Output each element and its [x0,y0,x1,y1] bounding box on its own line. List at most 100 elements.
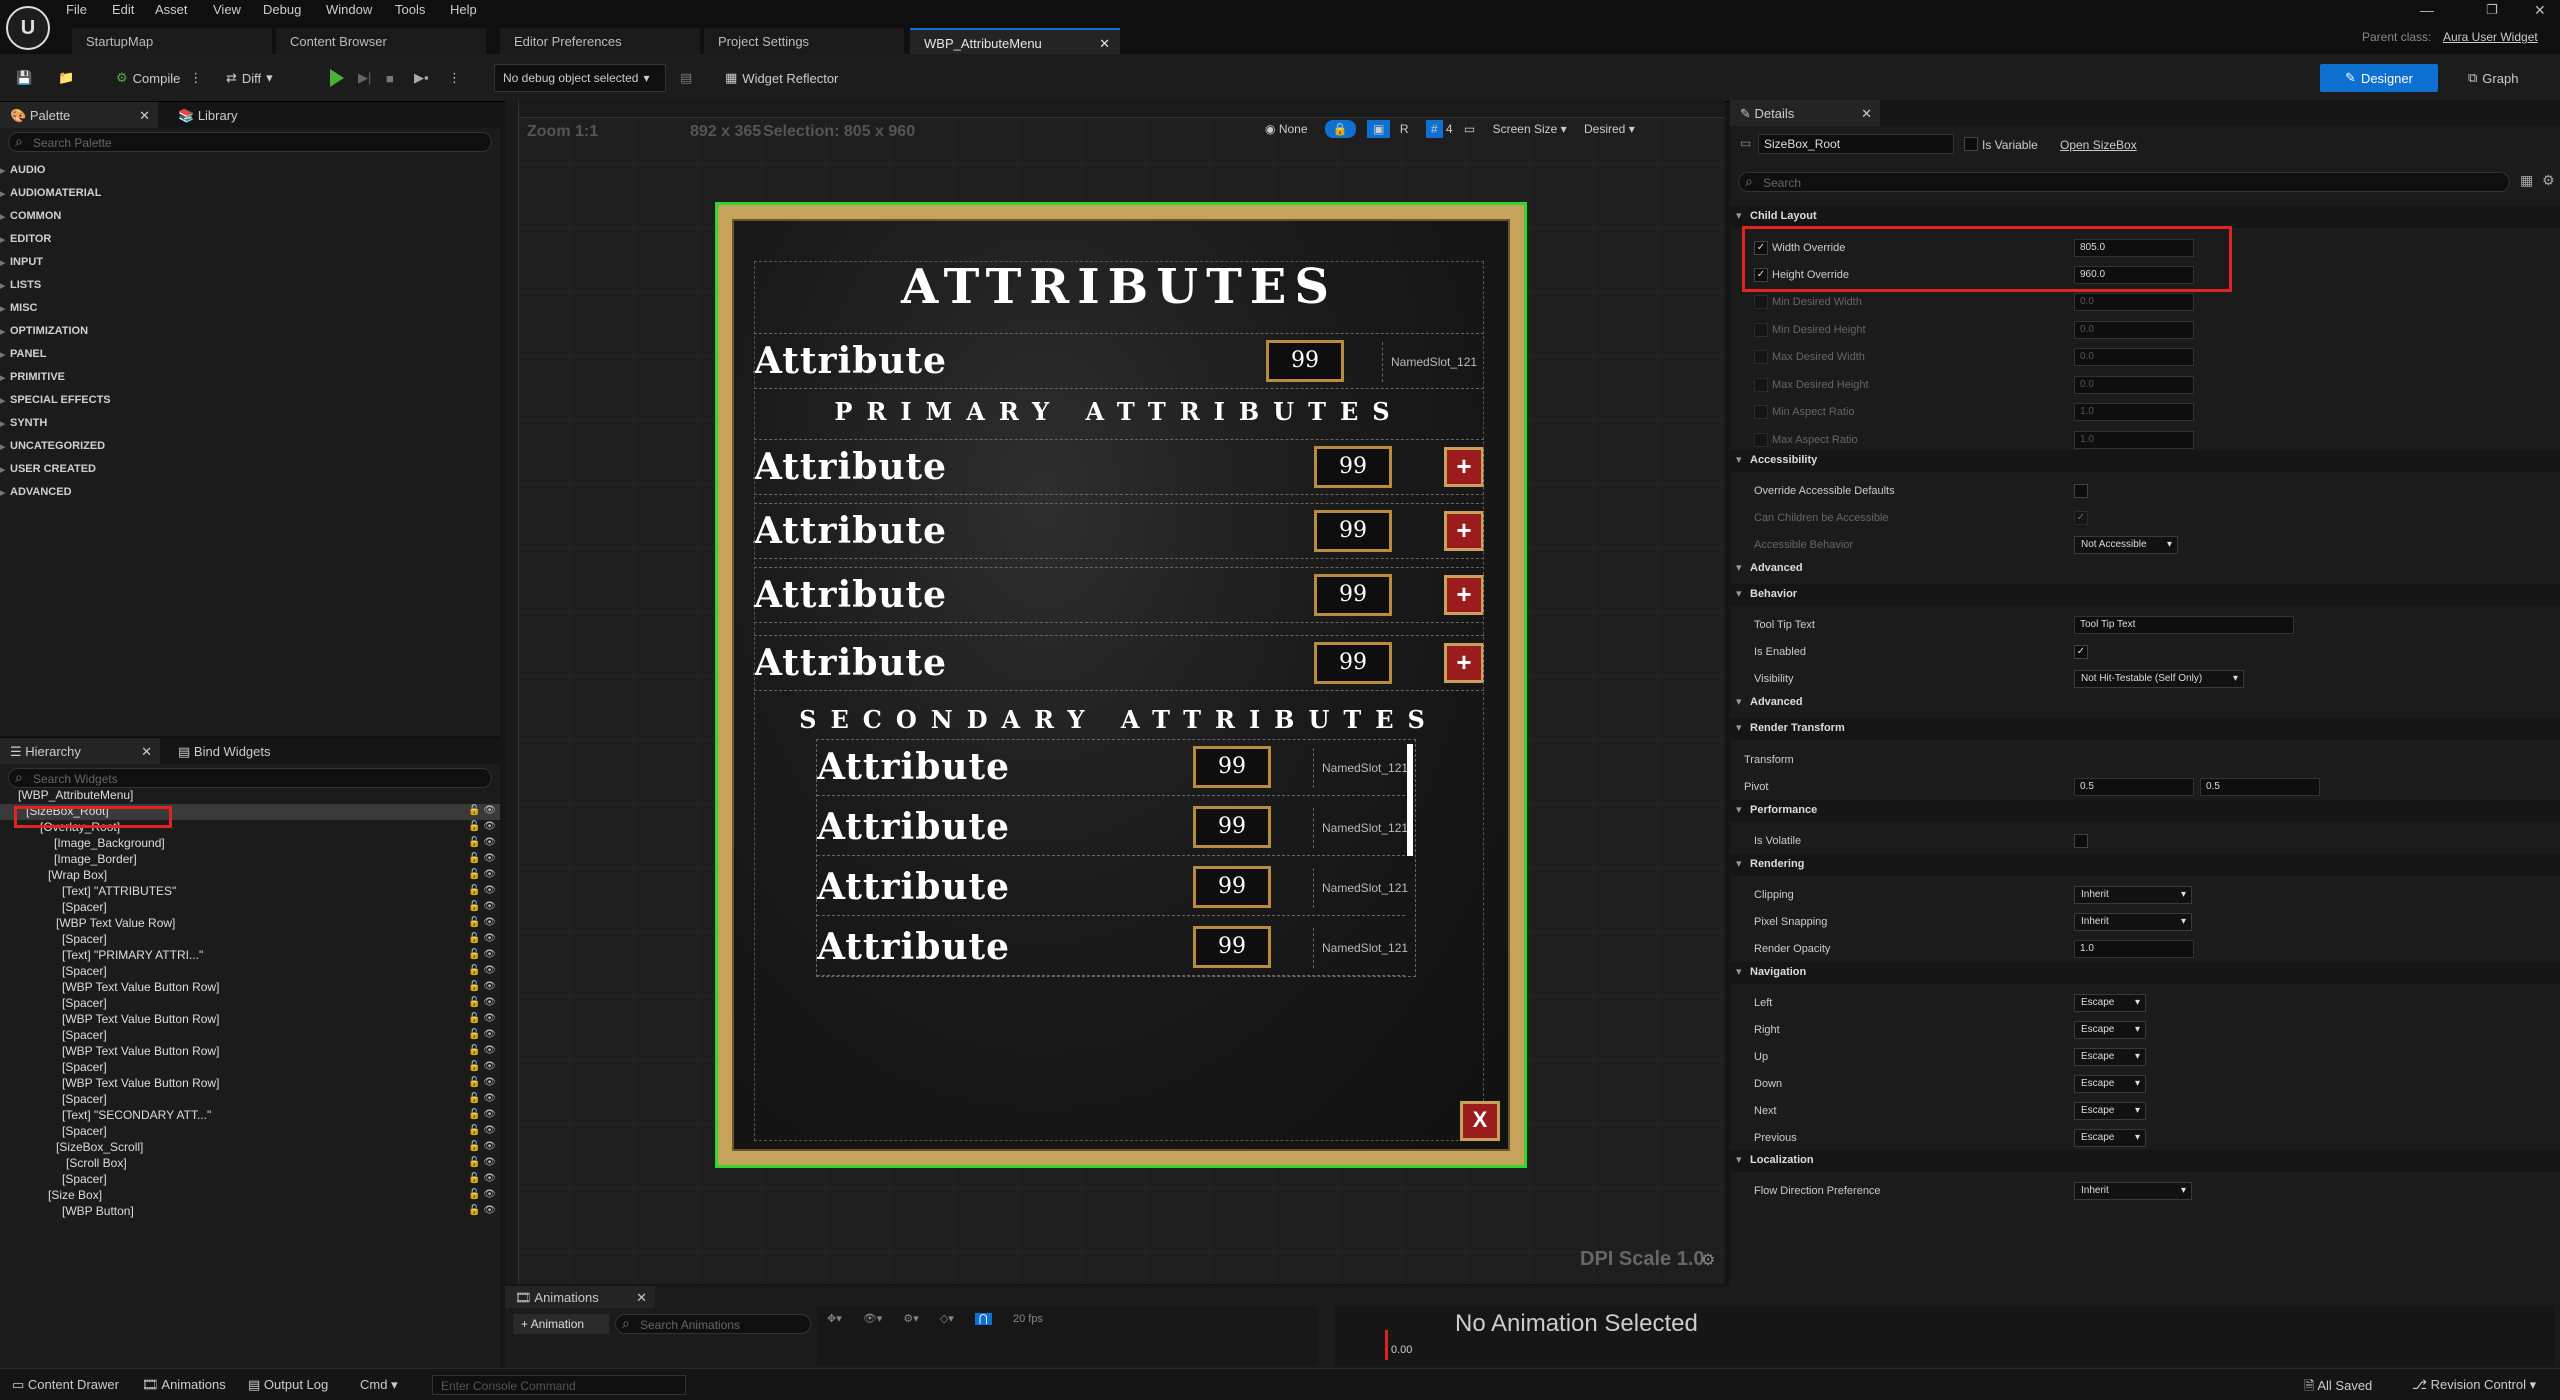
palette-category[interactable]: AUDIOMATERIAL [0,187,101,200]
details-search-input[interactable]: Search [1738,172,2510,192]
visibility-lock-icons[interactable]: 🔓 👁 [468,1125,496,1136]
desired-dropdown[interactable]: Desired ▾ [1584,122,1635,136]
palette-category[interactable]: ADVANCED [0,486,71,499]
section-rendering[interactable]: Rendering [1730,854,2560,876]
hierarchy-row[interactable]: [WBP Text Value Row] 🔓 👁 [0,916,500,932]
palette-category[interactable]: OPTIMIZATION [0,325,88,338]
checkbox[interactable] [2074,484,2088,498]
dropdown-escape[interactable]: Escape ▾ [2074,1048,2146,1066]
dropdown-vis_val[interactable]: Not Hit-Testable (Self Only) ▾ [2074,670,2244,688]
checkbox[interactable] [1754,350,1768,364]
visibility-lock-icons[interactable]: 🔓 👁 [468,901,496,912]
checkbox[interactable] [1754,405,1768,419]
eye-icon[interactable]: 👁▾ [863,1313,883,1325]
visibility-lock-icons[interactable]: 🔓 👁 [468,917,496,928]
launch-icon[interactable]: ▶▪ [414,64,429,92]
playhead[interactable] [1385,1330,1388,1360]
dropdown-inherit[interactable]: Inherit ▾ [2074,886,2192,904]
palette-category[interactable]: LISTS [0,279,41,292]
dropdown-inherit[interactable]: Inherit ▾ [2074,1182,2192,1200]
debug-filter-icon[interactable]: ▤ [680,64,692,92]
grid-snap-icon[interactable]: # [1425,120,1443,138]
screen-size-dropdown[interactable]: Screen Size ▾ [1493,122,1567,136]
hierarchy-row[interactable]: [Spacer] 🔓 👁 [0,1060,500,1076]
hierarchy-row[interactable]: [Spacer] 🔓 👁 [0,1172,500,1188]
gear-icon[interactable]: ⚙ [1701,1250,1715,1270]
key-icon[interactable]: ◇▾ [940,1313,954,1325]
input-tooltip[interactable]: Tool Tip Text [2074,616,2294,634]
palette-category[interactable]: SPECIAL EFFECTS [0,394,111,407]
close-icon[interactable]: ✕ [1099,36,1110,52]
transform-icon[interactable]: ✥▾ [827,1313,842,1325]
section-render_transform[interactable]: Render Transform [1730,718,2560,740]
dropdown-escape[interactable]: Escape ▾ [2074,1102,2146,1120]
section-advanced[interactable]: Advanced [1730,558,2560,580]
lock-icon[interactable]: 🔒 [1324,120,1356,138]
graph-button[interactable]: ⧉ Graph [2468,64,2518,92]
palette-category[interactable]: AUDIO [0,164,45,177]
table-view-icon[interactable]: ▦ [2520,172,2533,189]
checkbox[interactable] [2074,834,2088,848]
hierarchy-row[interactable]: [Spacer] 🔓 👁 [0,932,500,948]
tab-palette[interactable]: 🎨 Palette ✕ [0,102,158,128]
visibility-lock-icons[interactable]: 🔓 👁 [468,1205,496,1216]
fps-dropdown[interactable]: 20 fps [1013,1313,1043,1325]
hierarchy-row[interactable]: [WBP Text Value Button Row] 🔓 👁 [0,1012,500,1028]
hierarchy-row[interactable]: [Size Box] 🔓 👁 [0,1188,500,1204]
more-icon[interactable]: ⋮ [189,70,202,86]
close-icon[interactable]: ✕ [139,108,150,124]
secondary-scroll-box[interactable]: Attribute 99 NamedSlot_121 Attribute 99 Named… [816,739,1416,977]
tab-hierarchy[interactable]: ☰ Hierarchy ✕ [0,738,160,764]
menu-view[interactable]: View [213,2,241,17]
dropdown-escape[interactable]: Escape ▾ [2074,1075,2146,1093]
window-close-icon[interactable]: ✕ [2534,2,2546,19]
tab-details[interactable]: ✎ Details ✕ [1730,100,1880,126]
hierarchy-row[interactable]: [Spacer] 🔓 👁 [0,1028,500,1044]
input-zero[interactable]: 0.0 [2074,293,2194,311]
palette-category[interactable]: UNCATEGORIZED [0,440,105,453]
input-pivot_x[interactable]: 0.5 [2074,778,2194,796]
input-zero[interactable]: 0.0 [2074,375,2194,394]
open-sizebox-link[interactable]: Open SizeBox [2060,138,2137,152]
input-zero[interactable]: 0.0 [2074,320,2194,339]
checkbox[interactable] [1754,322,1768,337]
visibility-lock-icons[interactable]: 🔓 👁 [468,981,496,992]
hierarchy-row[interactable]: [Text] "ATTRIBUTES" 🔓 👁 [0,884,500,900]
checkbox[interactable] [1754,432,1768,447]
timeline[interactable]: No Animation Selected 0.00 [1335,1306,2555,1366]
animation-search-input[interactable]: Search Animations [615,1314,811,1334]
tab-content-browser[interactable]: Content Browser [276,28,486,54]
revision-control-button[interactable]: ⎇ Revision Control ▾ [2412,1377,2536,1393]
input-pivot_y[interactable]: 0.5 [2200,778,2320,796]
input-zero[interactable]: 0.0 [2074,348,2194,366]
visibility-lock-icons[interactable]: 🔓 👁 [468,1077,496,1088]
hierarchy-row[interactable]: [WBP Text Value Button Row] 🔓 👁 [0,1044,500,1060]
screen-icon[interactable]: ▭ [1464,122,1475,136]
tab-animations[interactable]: 🎞 Animations ✕ [505,1286,655,1308]
step-icon[interactable]: ▶| [358,64,371,92]
input-one[interactable]: 1.0 [2074,940,2194,958]
visibility-lock-icons[interactable]: 🔓 👁 [468,1045,496,1056]
palette-search-input[interactable]: Search Palette [8,132,492,152]
unreal-logo-icon[interactable]: U [6,6,50,50]
visibility-lock-icons[interactable]: 🔓 👁 [468,997,496,1008]
menu-help[interactable]: Help [450,2,477,17]
visibility-lock-icons[interactable]: 🔓 👁 [468,965,496,976]
checkbox[interactable] [1754,377,1768,392]
is-variable-checkbox[interactable] [1964,137,1978,151]
hierarchy-row[interactable]: [Scroll Box] 🔓 👁 [0,1156,500,1172]
hierarchy-row[interactable]: [Spacer] 🔓 👁 [0,1124,500,1140]
menu-edit[interactable]: Edit [112,2,134,17]
respect-locks-icon[interactable]: ▣ [1367,120,1391,138]
section-advanced[interactable]: Advanced [1730,692,2560,714]
dropdown-inherit[interactable]: Inherit ▾ [2074,913,2192,931]
close-icon[interactable]: ✕ [636,1290,647,1306]
plus-button[interactable]: + [1444,575,1484,615]
visibility-lock-icons[interactable]: 🔓 👁 [468,821,496,832]
dropdown-not_accessible[interactable]: Not Accessible ▾ [2074,536,2178,554]
hierarchy-row[interactable]: [SizeBox_Scroll] 🔓 👁 [0,1140,500,1156]
visibility-lock-icons[interactable]: 🔓 👁 [468,869,496,880]
hierarchy-row[interactable]: [WBP Text Value Button Row] 🔓 👁 [0,1076,500,1092]
visibility-lock-icons[interactable]: 🔓 👁 [468,933,496,944]
scrollbar-thumb[interactable] [1407,744,1413,856]
